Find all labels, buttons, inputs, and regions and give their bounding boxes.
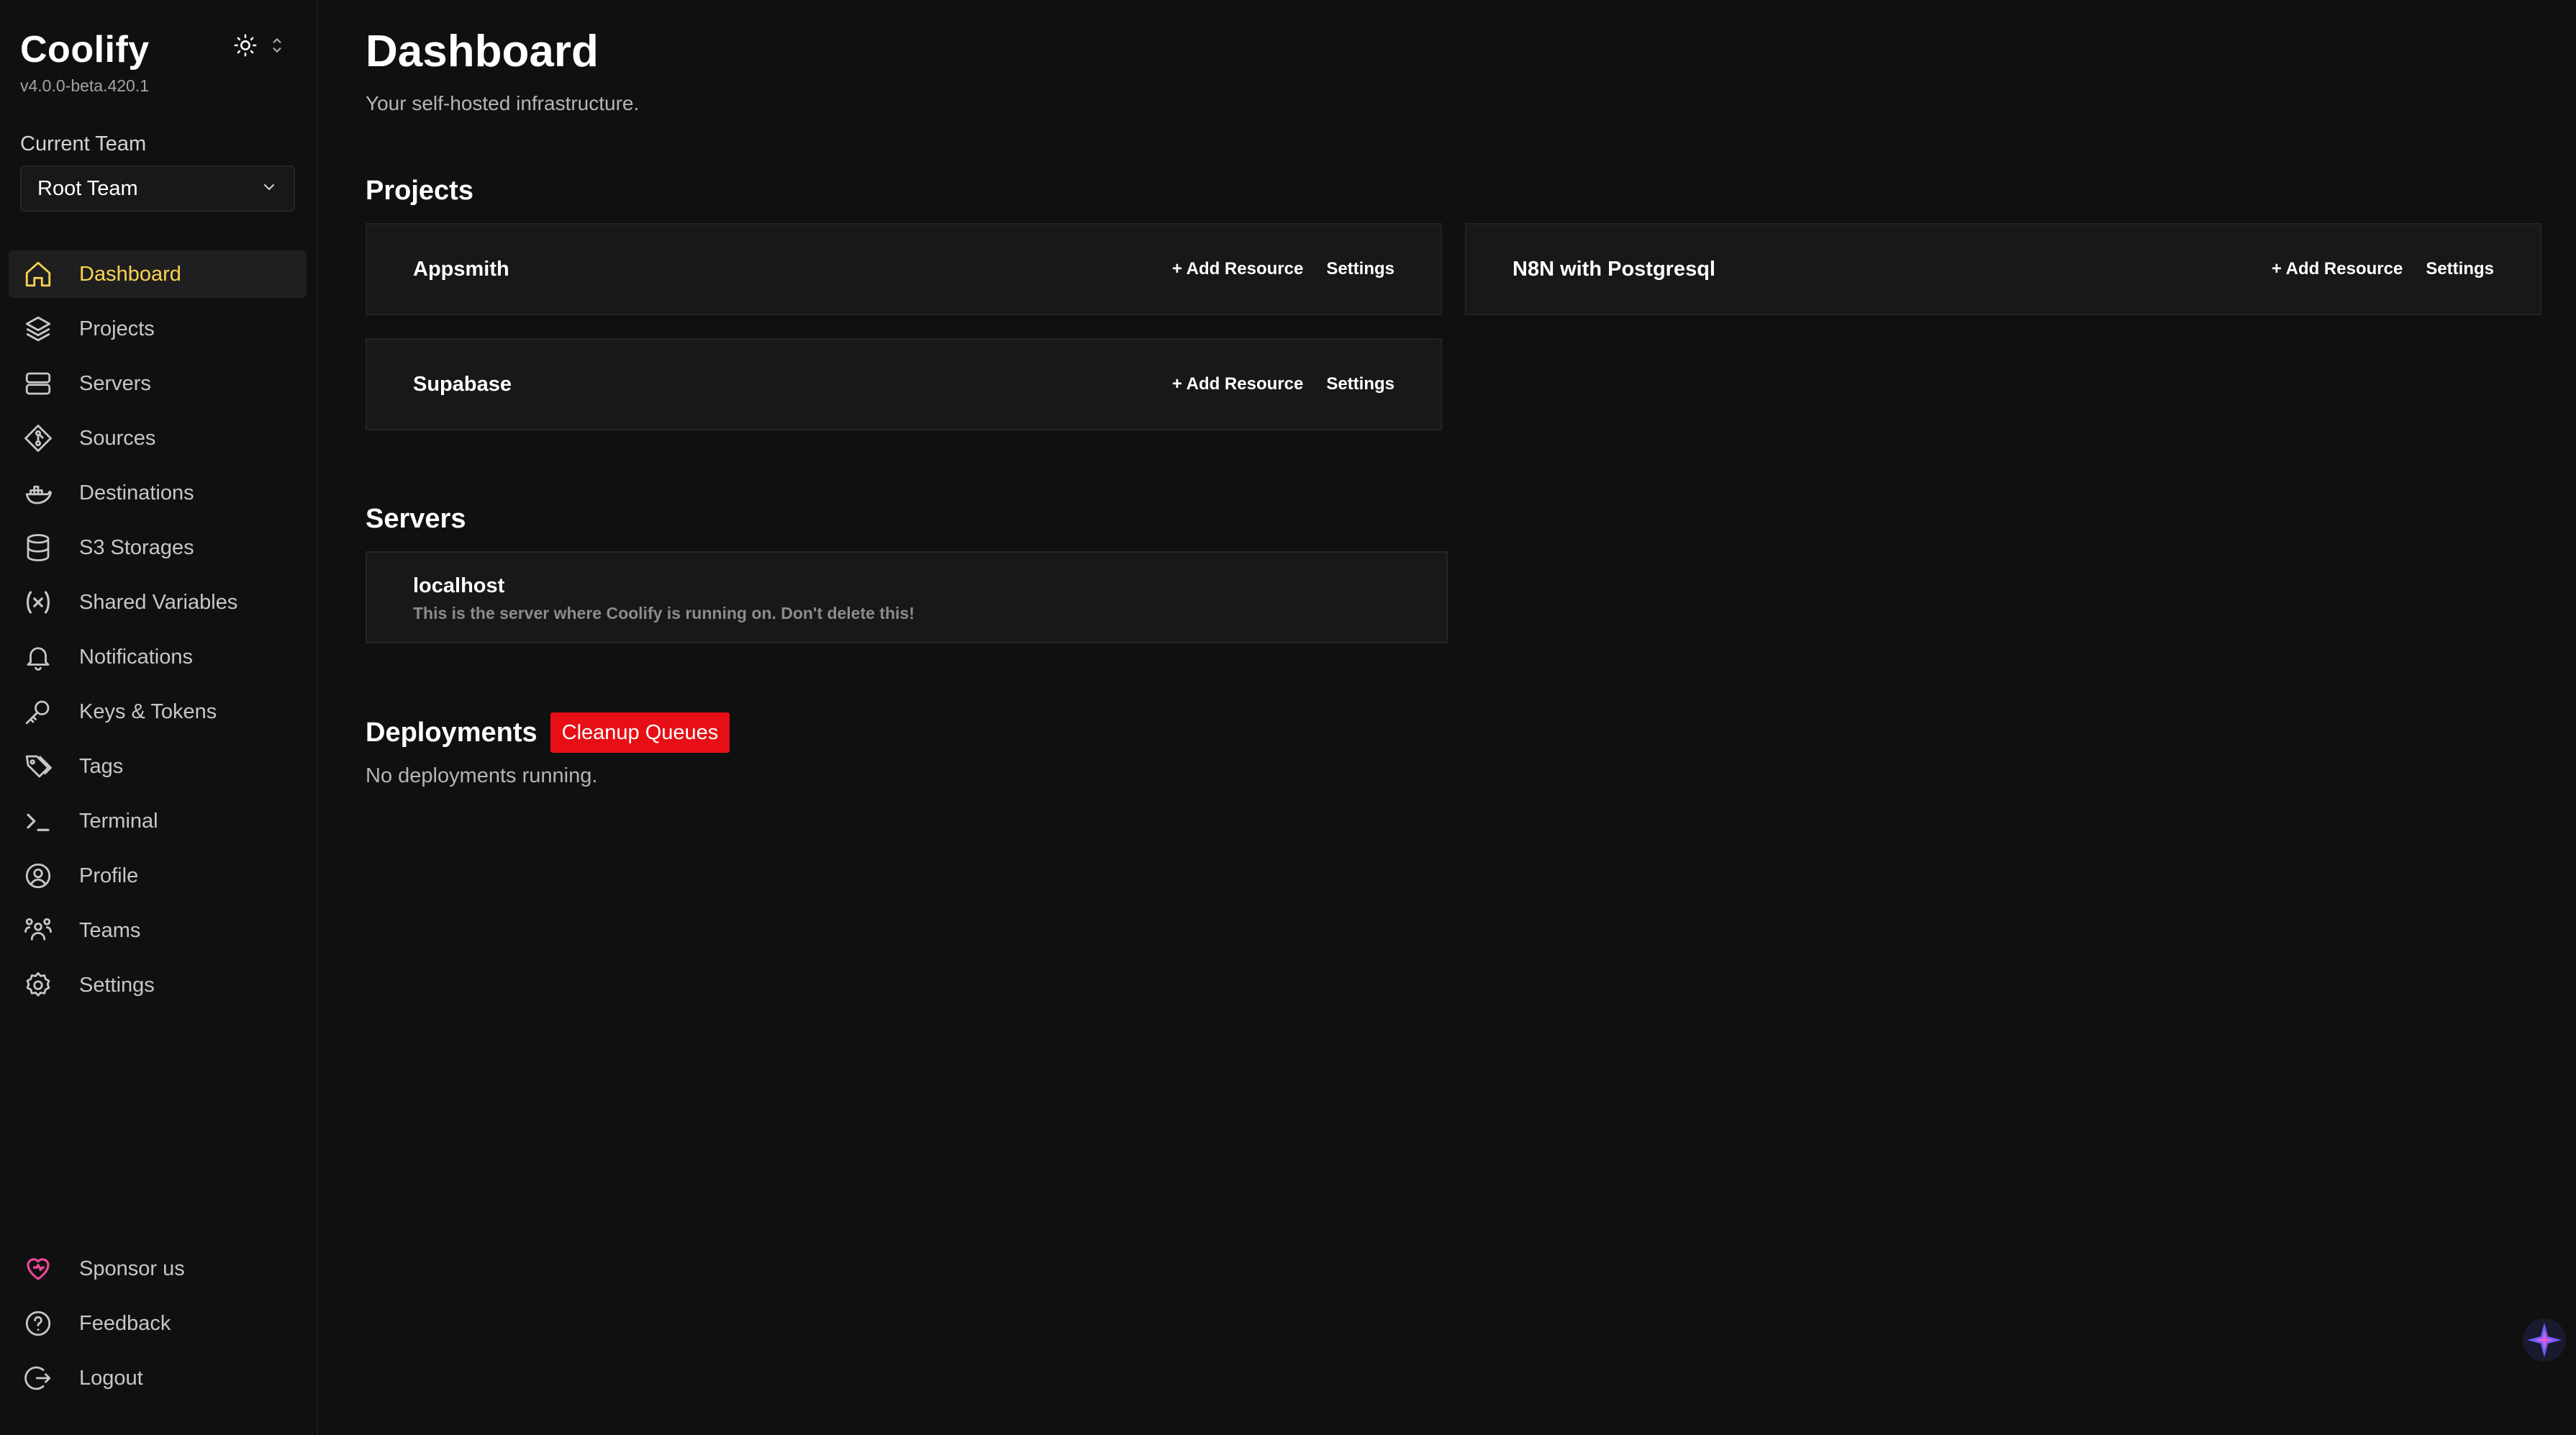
sidebar-item-dashboard[interactable]: Dashboard <box>9 250 307 298</box>
sidebar-item-label: Teams <box>79 918 141 942</box>
team-select[interactable]: Root Team <box>20 166 295 212</box>
page-title: Dashboard <box>366 27 599 76</box>
add-resource-button[interactable]: + Add Resource <box>2272 259 2403 279</box>
project-card-n8n[interactable]: N8N with Postgresql + Add Resource Setti… <box>1465 223 2541 315</box>
chevron-up-down-icon <box>271 36 284 58</box>
sparkle-icon[interactable] <box>2521 1317 2567 1363</box>
main-content: Dashboard Your self-hosted infrastructur… <box>318 0 2576 1435</box>
add-resource-button[interactable]: + Add Resource <box>1172 374 1304 394</box>
sidebar-item-label: Tags <box>79 754 124 778</box>
variable-icon <box>22 586 55 619</box>
gear-icon <box>22 969 55 1002</box>
page-subtitle: Your self-hosted infrastructure. <box>366 92 640 114</box>
sidebar-item-shared-variables[interactable]: Shared Variables <box>9 579 307 626</box>
sidebar-item-projects[interactable]: Projects <box>9 305 307 353</box>
sidebar-item-label: Destinations <box>79 481 194 504</box>
heart-icon <box>22 1252 55 1285</box>
sidebar-item-terminal[interactable]: Terminal <box>9 797 307 845</box>
bell-icon <box>22 640 55 674</box>
sidebar-item-label: Settings <box>79 973 155 997</box>
server-card-localhost[interactable]: localhost This is the server where Cooli… <box>366 551 1448 643</box>
sidebar: Coolify v4.0.0-beta.420.1 Current Team R… <box>0 0 318 1435</box>
brand-title[interactable]: Coolify <box>20 27 150 72</box>
team-select-value: Root Team <box>37 176 138 200</box>
sidebar-item-label: Keys & Tokens <box>79 700 217 723</box>
server-description: This is the server where Coolify is runn… <box>413 604 915 623</box>
sidebar-item-label: Dashboard <box>79 262 181 286</box>
brand-version: v4.0.0-beta.420.1 <box>20 76 150 95</box>
project-card-appsmith[interactable]: Appsmith + Add Resource Settings <box>366 223 1442 315</box>
chevron-down-icon <box>260 178 278 199</box>
deployments-header: Deployments Cleanup Queues <box>366 712 730 753</box>
user-circle-icon <box>22 859 55 892</box>
sun-icon <box>233 33 258 61</box>
sidebar-item-label: Shared Variables <box>79 590 238 614</box>
sidebar-item-feedback[interactable]: Feedback <box>9 1300 307 1347</box>
git-icon <box>22 422 55 455</box>
sidebar-item-label: Feedback <box>79 1311 171 1335</box>
sidebar-item-tags[interactable]: Tags <box>9 743 307 790</box>
sidebar-item-label: S3 Storages <box>79 535 194 559</box>
add-resource-button[interactable]: + Add Resource <box>1172 259 1304 279</box>
layers-icon <box>22 312 55 345</box>
question-icon <box>22 1307 55 1340</box>
sidebar-item-label: Sources <box>79 426 156 450</box>
database-icon <box>22 531 55 564</box>
home-icon <box>22 258 55 291</box>
sidebar-bottom-nav: Sponsor us Feedback Logout <box>9 1245 307 1409</box>
sidebar-item-settings[interactable]: Settings <box>9 961 307 1009</box>
project-settings-button[interactable]: Settings <box>2426 259 2494 279</box>
current-team-label: Current Team <box>20 132 147 155</box>
docker-icon <box>22 476 55 510</box>
sidebar-item-logout[interactable]: Logout <box>9 1354 307 1402</box>
sidebar-item-destinations[interactable]: Destinations <box>9 469 307 517</box>
server-icon <box>22 367 55 400</box>
deployments-heading: Deployments <box>366 717 538 748</box>
sidebar-item-label: Servers <box>79 371 151 395</box>
project-name: N8N with Postgresql <box>1513 257 1715 281</box>
theme-toggle[interactable] <box>233 33 284 61</box>
app-root: Coolify v4.0.0-beta.420.1 Current Team R… <box>0 0 2576 1435</box>
sidebar-item-notifications[interactable]: Notifications <box>9 633 307 681</box>
cleanup-queues-button[interactable]: Cleanup Queues <box>550 712 730 753</box>
sidebar-item-profile[interactable]: Profile <box>9 852 307 900</box>
sidebar-item-label: Projects <box>79 317 155 340</box>
users-icon <box>22 914 55 947</box>
project-name: Appsmith <box>413 257 509 281</box>
sidebar-item-label: Notifications <box>79 645 193 669</box>
server-name: localhost <box>413 574 505 597</box>
logout-icon <box>22 1362 55 1395</box>
project-settings-button[interactable]: Settings <box>1326 374 1394 394</box>
no-deployments-text: No deployments running. <box>366 764 598 787</box>
servers-heading: Servers <box>366 504 466 534</box>
project-name: Supabase <box>413 372 512 396</box>
sidebar-item-sources[interactable]: Sources <box>9 415 307 462</box>
sidebar-item-teams[interactable]: Teams <box>9 907 307 954</box>
key-icon <box>22 695 55 728</box>
sidebar-item-sponsor[interactable]: Sponsor us <box>9 1245 307 1293</box>
projects-heading: Projects <box>366 176 473 206</box>
project-card-supabase[interactable]: Supabase + Add Resource Settings <box>366 338 1442 430</box>
sidebar-item-label: Profile <box>79 864 139 887</box>
sidebar-item-label: Terminal <box>79 809 158 833</box>
sidebar-nav: Dashboard Projects Servers Sources Desti… <box>9 250 307 1016</box>
brand: Coolify v4.0.0-beta.420.1 <box>20 27 150 96</box>
sidebar-item-s3-storages[interactable]: S3 Storages <box>9 524 307 571</box>
project-settings-button[interactable]: Settings <box>1326 259 1394 279</box>
terminal-icon <box>22 805 55 838</box>
sidebar-item-keys-tokens[interactable]: Keys & Tokens <box>9 688 307 735</box>
sidebar-item-label: Logout <box>79 1366 143 1390</box>
sidebar-item-label: Sponsor us <box>79 1257 185 1280</box>
tags-icon <box>22 750 55 783</box>
sidebar-item-servers[interactable]: Servers <box>9 360 307 407</box>
